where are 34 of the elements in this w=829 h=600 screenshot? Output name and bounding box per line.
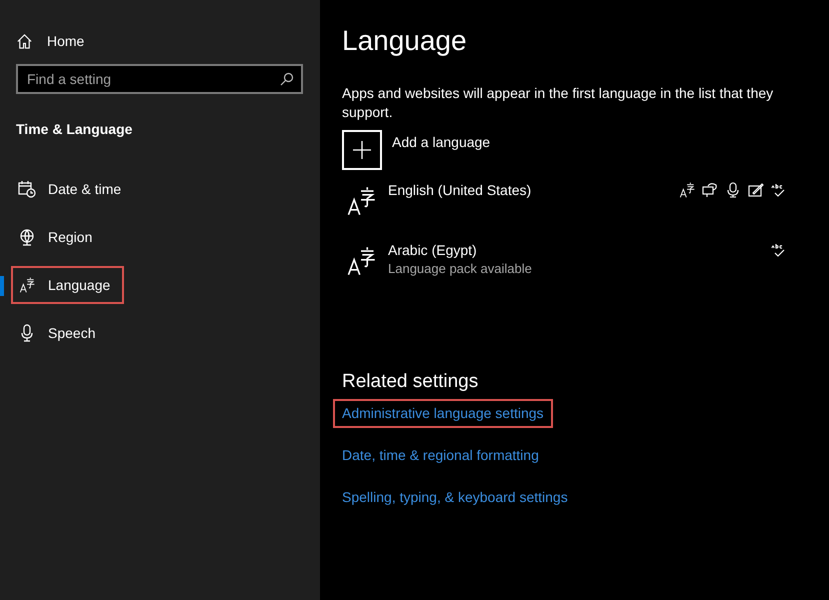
settings-link[interactable]: Date, time & regional formatting bbox=[333, 440, 548, 470]
spell-check-icon bbox=[771, 242, 787, 258]
pen-icon bbox=[748, 182, 764, 198]
calendar-clock-icon bbox=[18, 180, 36, 198]
home-icon bbox=[16, 32, 33, 50]
language-status: Language pack available bbox=[388, 260, 532, 278]
settings-link[interactable]: Spelling, typing, & keyboard settings bbox=[333, 482, 577, 512]
speech-bubble-icon bbox=[702, 182, 718, 198]
home-label: Home bbox=[47, 32, 84, 50]
microphone-icon bbox=[725, 182, 741, 198]
globe-icon bbox=[18, 228, 36, 246]
nav-item[interactable]: Speech bbox=[11, 314, 110, 352]
home-nav-item[interactable]: Home bbox=[16, 30, 84, 52]
section-heading: Related settings bbox=[342, 370, 478, 394]
installed-language-row[interactable]: Arabic (Egypt) Language pack available bbox=[342, 240, 787, 288]
add-language-button[interactable]: Add a language bbox=[342, 130, 490, 170]
description-text: Apps and websites will appear in the first language in the list that they support. bbox=[342, 84, 774, 122]
nav-item[interactable]: Region bbox=[11, 218, 106, 256]
nav-item[interactable]: Language bbox=[11, 266, 124, 304]
search-field[interactable]: Find a setting bbox=[16, 64, 303, 94]
plus-icon bbox=[352, 140, 372, 160]
section-title: Time & Language bbox=[16, 120, 132, 139]
search-icon bbox=[280, 72, 294, 86]
page-title: Language bbox=[342, 24, 467, 58]
language-icon bbox=[346, 246, 376, 276]
language-name: Arabic (Egypt) bbox=[388, 241, 477, 260]
nav-item[interactable]: Date & time bbox=[11, 170, 136, 208]
settings-link[interactable]: Administrative language settings bbox=[333, 398, 553, 428]
language-icon bbox=[679, 182, 695, 198]
language-icon bbox=[346, 186, 376, 216]
installed-language-row[interactable]: English (United States) bbox=[342, 180, 787, 228]
spell-check-icon bbox=[771, 182, 787, 198]
language-icon bbox=[19, 277, 35, 293]
language-name: English (United States) bbox=[388, 181, 532, 200]
